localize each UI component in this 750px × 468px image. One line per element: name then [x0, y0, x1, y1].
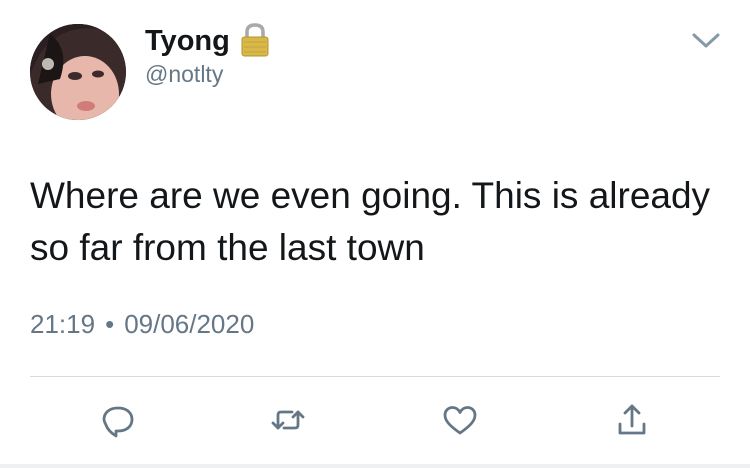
like-button[interactable]	[440, 400, 480, 440]
share-icon	[618, 404, 646, 435]
tweet-date: 09/06/2020	[124, 309, 255, 339]
action-bar	[0, 400, 750, 440]
display-name[interactable]: Tyong	[145, 24, 230, 58]
divider	[30, 376, 720, 377]
retweet-icon	[271, 410, 305, 430]
reply-button[interactable]	[98, 400, 138, 440]
bottom-border	[0, 464, 750, 468]
lock-icon	[238, 22, 272, 58]
user-handle[interactable]: @notlty	[145, 60, 223, 88]
share-button[interactable]	[612, 400, 652, 440]
chevron-down-icon[interactable]	[690, 30, 722, 52]
tweet-card: Tyong @notlty Where are we even going. T…	[0, 0, 750, 468]
tweet-time: 21:19	[30, 309, 96, 339]
heart-icon	[443, 406, 477, 435]
meta-separator: •	[105, 309, 115, 339]
avatar[interactable]	[30, 24, 126, 120]
tweet-text: Where are we even going. This is already…	[30, 175, 711, 268]
reply-icon	[102, 406, 134, 438]
tweet-timestamp[interactable]: 21:19 • 09/06/2020	[30, 308, 254, 340]
retweet-button[interactable]	[268, 400, 308, 440]
profile-photo-icon	[30, 24, 126, 120]
